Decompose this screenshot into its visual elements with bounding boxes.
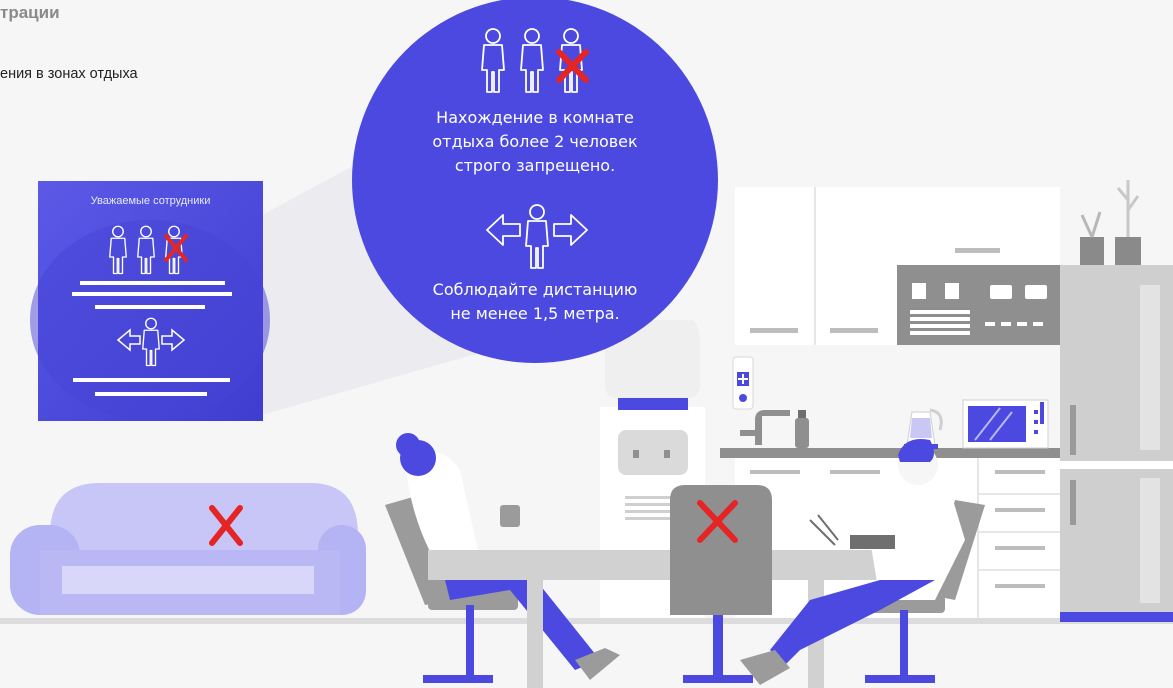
- upper-cabinets: [735, 187, 1060, 345]
- rule-occupancy-line1: Нахождение в комнате: [436, 108, 634, 127]
- rule-occupancy-line3: строго запрещено.: [454, 156, 616, 175]
- microwave-icon: [962, 399, 1049, 449]
- rule-distance-line2: не менее 1,5 метра.: [450, 304, 620, 323]
- sink-tap: [740, 410, 809, 448]
- soap-dispenser-icon: [732, 356, 754, 410]
- plant-icon: [1080, 180, 1141, 265]
- fridge: [1060, 265, 1173, 622]
- floor-line: [0, 618, 1173, 624]
- poster: [30, 181, 270, 421]
- rule-distance-text: Соблюдайте дистанцию не менее 1,5 метра.: [385, 278, 685, 326]
- rule-distance-line1: Соблюдайте дистанцию: [432, 280, 638, 299]
- rule-occupancy-line2: отдыха более 2 человек: [432, 132, 638, 151]
- sofa: [10, 483, 366, 615]
- rule-occupancy-text: Нахождение в комнате отдыха более 2 чело…: [385, 106, 685, 178]
- illustration: [0, 0, 1173, 688]
- poster-title: Уважаемые сотрудники: [90, 195, 211, 207]
